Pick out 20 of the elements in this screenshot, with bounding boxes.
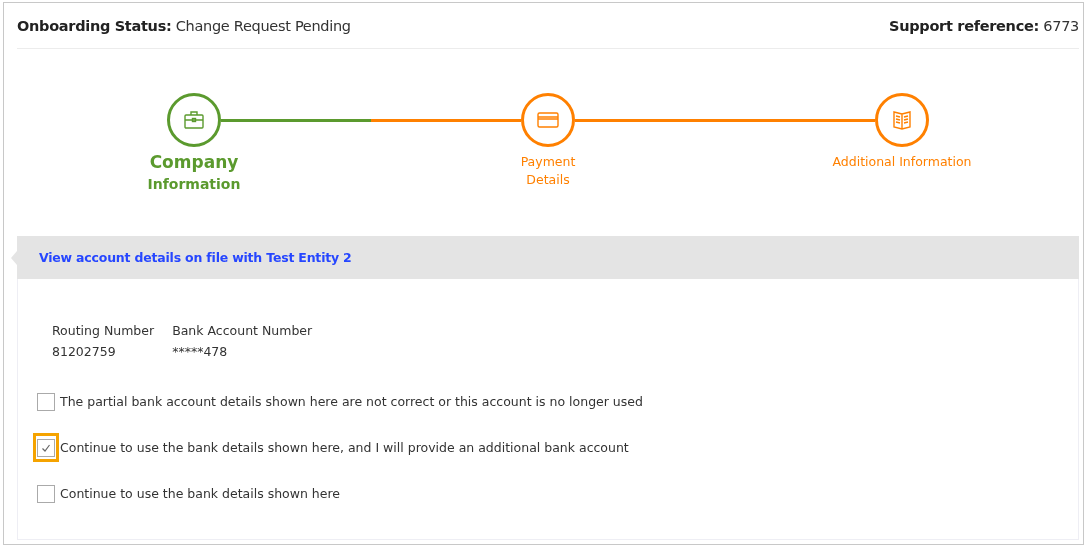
field-label: Routing Number: [52, 323, 155, 338]
book-icon: [890, 108, 914, 132]
checkbox-label[interactable]: Continue to use the bank details shown here: [60, 486, 340, 501]
field-value: 81202759: [52, 344, 117, 359]
onboarding-status: Onboarding Status: Change Request Pending: [17, 17, 351, 34]
view-account-link[interactable]: View account details on file with Test Entity 2: [39, 250, 352, 265]
step-label[interactable]: Payment Details: [520, 153, 576, 189]
briefcase-icon: [182, 108, 206, 132]
checkbox-label[interactable]: The partial bank account details shown here are not correct or this account is no longer used: [60, 394, 643, 409]
step-circle[interactable]: [521, 93, 575, 147]
checkbox[interactable]: [33, 433, 59, 462]
step-circle[interactable]: [167, 93, 221, 147]
step-label[interactable]: Company Information: [147, 151, 241, 195]
field-value: *****478: [172, 344, 229, 359]
check-icon: [41, 442, 51, 453]
checkbox-label[interactable]: Continue to use the bank details shown here, and I will provide an additional bank account: [60, 440, 629, 455]
field-label: Bank Account Number: [172, 323, 313, 338]
support-reference: Support reference: 6773: [889, 17, 1079, 34]
step-label[interactable]: Additional Information: [832, 153, 972, 171]
step-circle[interactable]: [875, 93, 929, 147]
